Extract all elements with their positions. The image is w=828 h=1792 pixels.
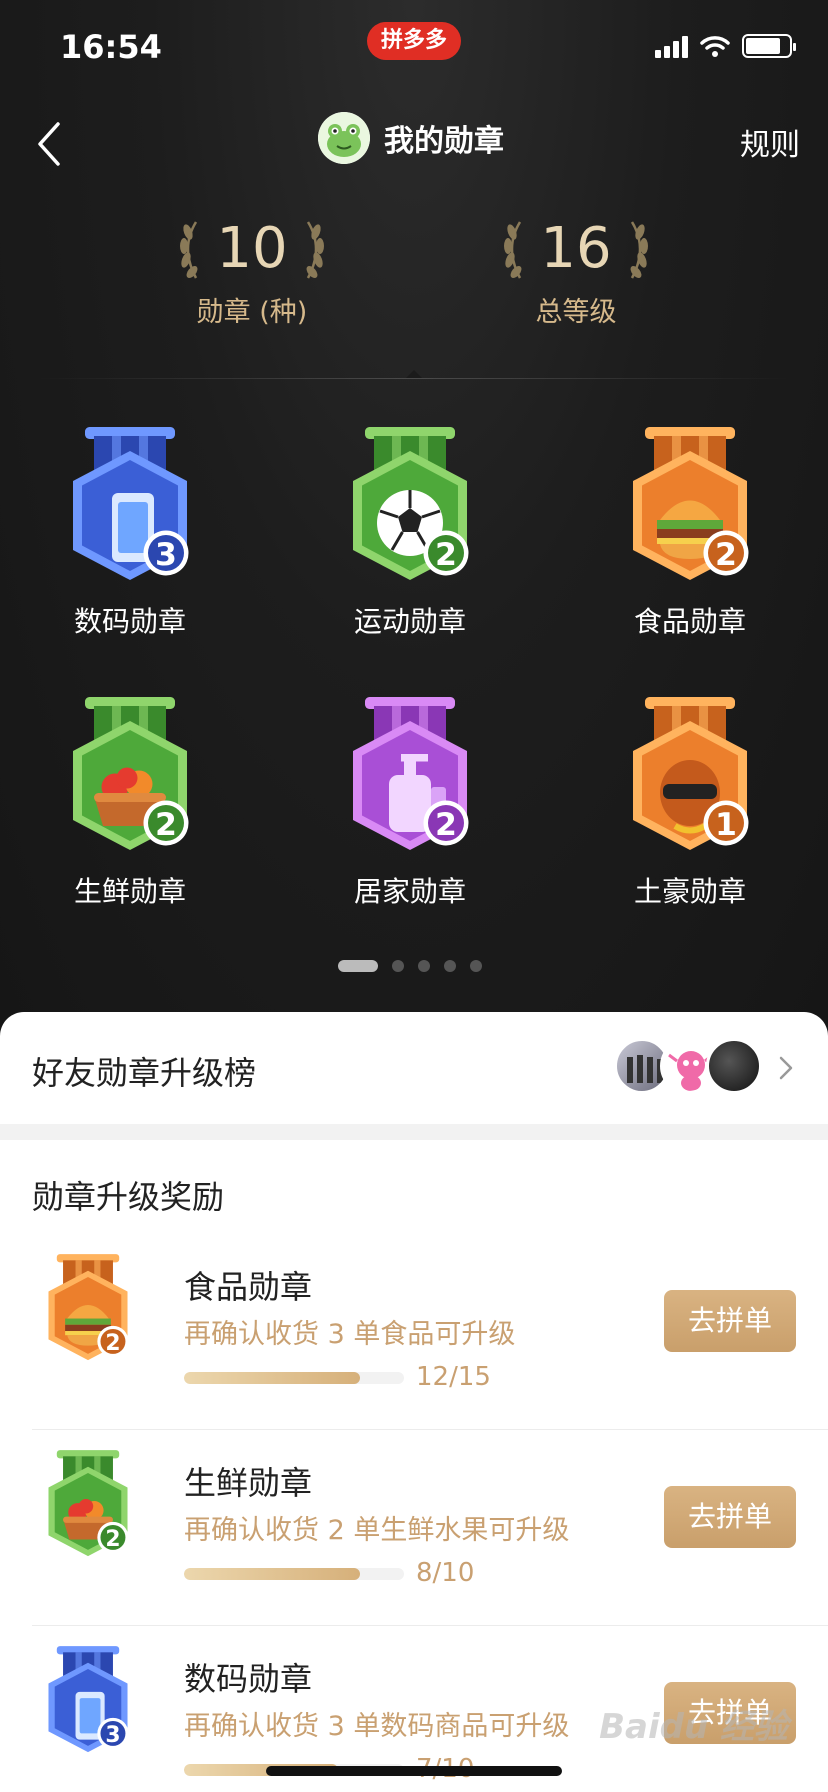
fruit-basket-icon-medal: 2 [73, 697, 189, 850]
svg-text:2: 2 [105, 1331, 120, 1356]
reward-name: 食品勋章 [184, 1268, 313, 1306]
divider-notch [406, 370, 422, 378]
chevron-right-icon [779, 1056, 793, 1080]
laurel-right-icon [306, 221, 324, 279]
go-group-buy-button[interactable]: 去拼单 [664, 1290, 796, 1352]
badge-label: 居家勋章 [353, 875, 466, 908]
phone-icon: 3 [30, 424, 230, 590]
svg-text:3: 3 [105, 1723, 120, 1748]
lotion-bottle-icon-medal: 2 [353, 697, 469, 850]
divider [36, 378, 792, 379]
badge-kinds-stat: 10 勋章 (种) [152, 214, 352, 329]
progress-text: 8/10 [416, 1558, 475, 1588]
svg-text:2: 2 [435, 537, 457, 573]
stat-label: 总等级 [535, 297, 617, 328]
back-arrow-icon[interactable] [30, 116, 70, 172]
page-dot[interactable] [392, 960, 404, 972]
burger-icon-medal: 2 [633, 427, 749, 580]
phone-icon-medal: 3 [73, 427, 189, 580]
badge-home[interactable]: 2 居家勋章 [310, 694, 510, 910]
burger-icon-medal: 2 [48, 1254, 129, 1361]
reward-hint: 再确认收货 3 单数码商品可升级 [184, 1711, 570, 1742]
badge-food[interactable]: 2 食品勋章 [590, 424, 790, 640]
page-dot[interactable] [470, 960, 482, 972]
burger-icon: 2 [36, 1252, 140, 1368]
reward-hint: 再确认收货 2 单生鲜水果可升级 [184, 1515, 570, 1546]
page-indicator [338, 960, 482, 972]
rewards-title: 勋章升级奖励 [32, 1178, 225, 1216]
badge-label: 运动勋章 [353, 605, 466, 638]
watermark: Baidu 经验 [599, 1707, 788, 1747]
laurel-left-icon [504, 221, 522, 279]
rich-character-icon: 1 [590, 694, 790, 860]
badge-label: 生鲜勋章 [73, 875, 186, 908]
laurel-left-icon [180, 221, 198, 279]
total-level-stat: 16 总等级 [476, 214, 676, 329]
stat-label: 勋章 (种) [196, 297, 308, 328]
badge-label: 土豪勋章 [633, 875, 746, 908]
laurel-right-icon [630, 221, 648, 279]
section-separator [0, 1124, 828, 1140]
reward-hint: 再确认收货 3 单食品可升级 [184, 1319, 516, 1350]
badge-label: 数码勋章 [73, 605, 186, 638]
progress-text: 12/15 [416, 1362, 491, 1392]
rules-link[interactable]: 规则 [740, 120, 800, 164]
page-dot[interactable] [338, 960, 378, 972]
badge-label: 食品勋章 [633, 605, 746, 638]
progress-fill [184, 1568, 360, 1580]
friends-leaderboard-title: 好友勋章升级榜 [32, 1054, 257, 1092]
badge-digital[interactable]: 3 数码勋章 [30, 424, 230, 640]
progress-bar [184, 1372, 404, 1384]
frog-avatar-icon [318, 112, 370, 164]
user-avatar[interactable] [318, 112, 370, 164]
reward-row-fresh: 2 生鲜勋章 再确认收货 2 单生鲜水果可升级 8/10 去拼单 [0, 1430, 828, 1626]
burger-icon: 2 [590, 424, 790, 590]
badge-sports[interactable]: 2 运动勋章 [310, 424, 510, 640]
badge-rich[interactable]: 1 土豪勋章 [590, 694, 790, 910]
progress-bar [184, 1568, 404, 1580]
svg-text:2: 2 [105, 1527, 120, 1552]
phone-icon: 3 [36, 1644, 140, 1760]
soccer-ball-icon-medal: 2 [353, 427, 469, 580]
fruit-basket-icon-medal: 2 [48, 1450, 129, 1557]
app-pill: 拼多多 [367, 22, 461, 60]
svg-text:2: 2 [435, 807, 457, 843]
page-dot[interactable] [444, 960, 456, 972]
fruit-basket-icon: 2 [36, 1448, 140, 1564]
svg-text:1: 1 [715, 807, 737, 843]
rich-character-icon-medal: 1 [633, 697, 749, 850]
go-group-buy-button[interactable]: 去拼单 [664, 1486, 796, 1548]
svg-text:3: 3 [155, 537, 177, 573]
reward-name: 数码勋章 [184, 1660, 313, 1698]
friend-avatar [706, 1038, 762, 1094]
soccer-ball-icon: 2 [310, 424, 510, 590]
home-indicator [266, 1766, 562, 1776]
badge-hero-section: 16:54 拼多多 我的勋章 规则 10 勋章 (种) 16 总等级 3 数码勋… [0, 0, 828, 1040]
page-title: 我的勋章 [384, 124, 504, 159]
status-icons [655, 34, 796, 58]
friend-avatars [614, 1038, 762, 1094]
progress-fill [184, 1372, 360, 1384]
phone-icon-medal: 3 [48, 1646, 129, 1753]
page-title-group: 我的勋章 [318, 112, 504, 164]
page-dot[interactable] [418, 960, 430, 972]
wifi-icon [700, 36, 730, 57]
badge-fresh[interactable]: 2 生鲜勋章 [30, 694, 230, 910]
bottom-panel: 好友勋章升级榜 勋章升级奖励 2 食品勋章 再确认收货 3 单食品可升级 12/… [0, 1012, 828, 1792]
status-time: 16:54 [60, 28, 162, 66]
lotion-bottle-icon: 2 [310, 694, 510, 860]
svg-text:2: 2 [715, 537, 737, 573]
reward-name: 生鲜勋章 [184, 1464, 313, 1502]
friends-leaderboard-row[interactable]: 好友勋章升级榜 [0, 1012, 828, 1124]
battery-icon [742, 34, 796, 58]
reward-row-food: 2 食品勋章 再确认收货 3 单食品可升级 12/15 去拼单 [0, 1234, 828, 1430]
signal-icon [655, 34, 688, 58]
svg-text:2: 2 [155, 807, 177, 843]
fruit-basket-icon: 2 [30, 694, 230, 860]
